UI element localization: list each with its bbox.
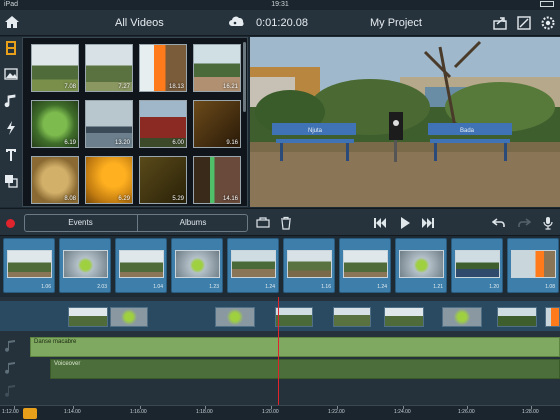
- storyboard-clip[interactable]: 2.03: [59, 238, 111, 293]
- share-icon[interactable]: [492, 15, 508, 31]
- video-track-frame: [497, 307, 537, 327]
- storyboard-clip[interactable]: 1.04: [115, 238, 167, 293]
- media-thumbnail[interactable]: 7.08: [31, 44, 79, 92]
- storyboard-clip[interactable]: 1.08: [507, 238, 559, 293]
- voiceover-track-label: Voiceover: [54, 361, 81, 367]
- storyboard-clip[interactable]: 1.24: [227, 238, 279, 293]
- home-icon[interactable]: [4, 14, 20, 30]
- project-title: My Project: [370, 17, 422, 29]
- cloud-weather-icon[interactable]: [228, 15, 246, 29]
- media-thumbnail[interactable]: 6.29: [85, 156, 133, 204]
- ruler-tick-label: 1:24.00: [394, 409, 411, 415]
- battery-icon: [538, 1, 554, 8]
- skip-forward-icon[interactable]: [421, 216, 435, 230]
- voiceover-track-icon: [5, 362, 15, 374]
- media-thumbnail[interactable]: 18.13: [139, 44, 187, 92]
- ruler-tick-label: 1:22.00: [328, 409, 345, 415]
- ruler-tick-label: 1:16.00: [130, 409, 147, 415]
- preview-frame: Njuta Bada: [250, 37, 560, 207]
- ruler-tick-label: 1:28.00: [522, 409, 539, 415]
- media-thumbnail[interactable]: 13.20: [85, 100, 133, 148]
- video-track-frame: [215, 307, 255, 327]
- ruler-tick-label: 1:12.00: [2, 409, 19, 415]
- media-browser: 7.08 7.27 18.13 16.21 6.19 13.20 6.00 9.…: [22, 37, 248, 207]
- media-thumbnail[interactable]: 6.19: [31, 100, 79, 148]
- voiceover-track[interactable]: Voiceover: [50, 359, 560, 379]
- photo-library-icon[interactable]: [3, 66, 19, 82]
- storyboard-clip[interactable]: 1.20: [451, 238, 503, 293]
- media-thumbnail[interactable]: 7.27: [85, 44, 133, 92]
- media-source-toggle: Events Albums: [24, 214, 248, 232]
- record-icon[interactable]: [6, 219, 15, 228]
- timecode: 0:01:20.08: [256, 17, 308, 29]
- skip-back-icon[interactable]: [373, 216, 387, 230]
- ruler-tick-label: 1:26.00: [458, 409, 475, 415]
- music-icon[interactable]: [3, 93, 19, 109]
- albums-tab[interactable]: Albums: [137, 215, 248, 231]
- storyboard: 1.06 2.03 1.04 1.23 1.24 1.16 1.24 1.21 …: [0, 236, 560, 296]
- play-icon[interactable]: [398, 216, 412, 230]
- music-track[interactable]: Danse macabre: [30, 337, 560, 357]
- video-library-icon[interactable]: [3, 40, 19, 56]
- video-preview[interactable]: Njuta Bada: [250, 37, 560, 207]
- transitions-icon[interactable]: [3, 120, 19, 136]
- media-tool-strip: [0, 37, 22, 207]
- aspect-ratio-icon[interactable]: [516, 15, 532, 31]
- events-tab[interactable]: Events: [25, 215, 136, 231]
- music-track-icon: [5, 340, 15, 352]
- bench-sign-left: Njuta: [308, 128, 323, 134]
- ruler-tick-label: 1:14.00: [64, 409, 81, 415]
- storyboard-clip[interactable]: 1.24: [339, 238, 391, 293]
- video-track-frame: [68, 307, 108, 327]
- media-thumbnail[interactable]: 16.21: [193, 44, 241, 92]
- control-bar: Events Albums: [0, 208, 560, 236]
- title-bar: All Videos 0:01:20.08 My Project: [0, 10, 560, 36]
- library-title: All Videos: [115, 17, 164, 29]
- microphone-icon[interactable]: [541, 216, 555, 230]
- video-track-frame: [442, 307, 482, 327]
- trash-icon[interactable]: [279, 216, 293, 230]
- status-bar: iPad 19:31: [0, 0, 560, 10]
- media-thumbnail[interactable]: 6.00: [139, 100, 187, 148]
- settings-gear-icon[interactable]: [540, 15, 556, 31]
- storyboard-clip[interactable]: 1.06: [3, 238, 55, 293]
- overlay-icon[interactable]: [3, 173, 19, 189]
- timeline: Danse macabre Voiceover: [0, 297, 560, 420]
- media-thumbnail[interactable]: 8.08: [31, 156, 79, 204]
- storyboard-clip[interactable]: 1.16: [283, 238, 335, 293]
- media-scrollbar[interactable]: [243, 42, 246, 112]
- video-track-frame: [384, 307, 424, 327]
- titles-icon[interactable]: [3, 147, 19, 163]
- video-track-frame: [110, 307, 148, 327]
- storyboard-clip[interactable]: 1.21: [395, 238, 447, 293]
- storyboard-clip[interactable]: 1.23: [171, 238, 223, 293]
- redo-icon[interactable]: [517, 216, 531, 230]
- bench-sign-right: Bada: [460, 128, 475, 134]
- sound-effects-track-icon: [5, 385, 15, 397]
- music-track-label: Danse macabre: [34, 339, 77, 345]
- media-thumbnail[interactable]: 5.29: [139, 156, 187, 204]
- video-track-frame: [545, 307, 560, 327]
- timeline-scrub-handle[interactable]: [23, 408, 37, 419]
- media-thumbnail[interactable]: 9.16: [193, 100, 241, 148]
- ruler-tick-label: 1:20.00: [262, 409, 279, 415]
- playhead[interactable]: [278, 297, 279, 420]
- insert-clip-icon[interactable]: [256, 216, 270, 230]
- undo-icon[interactable]: [492, 216, 506, 230]
- clock: 19:31: [271, 1, 289, 8]
- time-ruler: 1:12.00 1:14.00 1:16.00 1:18.00 1:20.00 …: [0, 405, 560, 420]
- video-track-frame: [333, 307, 371, 327]
- video-track-frame: [275, 307, 313, 327]
- media-thumbnail[interactable]: 14.16: [193, 156, 241, 204]
- ruler-tick-label: 1:18.00: [196, 409, 213, 415]
- app-window: iPad 19:31 All Videos 0:01:20.08 My Proj…: [0, 0, 560, 420]
- video-track[interactable]: [0, 301, 560, 331]
